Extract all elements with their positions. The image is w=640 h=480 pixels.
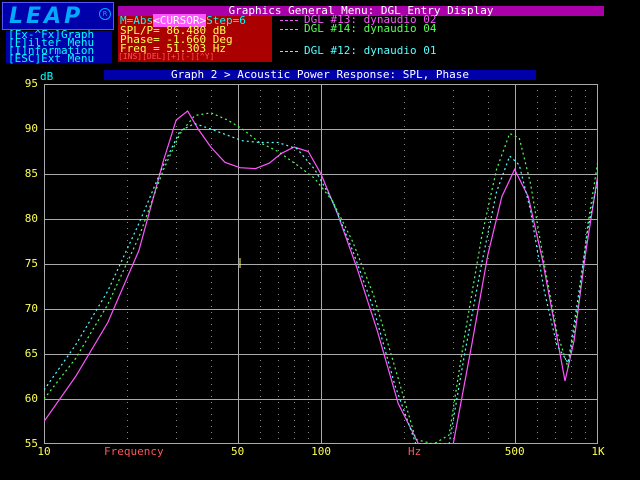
key-ext-menu[interactable]: [ESC]Ext Menu — [8, 53, 94, 64]
registered-icon: R — [99, 8, 111, 20]
y-tick-label: 75 — [24, 257, 38, 270]
function-key-panel: [Fx-^Fx]Graph [F]ilter Menu [I]nformatio… — [6, 29, 112, 64]
legend-swatch-14 — [280, 29, 298, 30]
y-tick-label: 95 — [24, 77, 38, 90]
grid — [44, 84, 598, 444]
footer — [0, 462, 640, 480]
y-tick-label: 70 — [24, 302, 38, 315]
graph-title-bar: Graph 2 > Acoustic Power Response: SPL, … — [104, 68, 536, 81]
cursor-readout-panel: M=Abs<CURSOR>Step=6 SPL/P= 86.480 dB Pha… — [118, 14, 272, 62]
legend-swatch-13 — [280, 20, 298, 21]
x-tick-label: 500 — [504, 445, 525, 458]
legend-12: DGL #12: dynaudio 01 — [304, 44, 437, 57]
y-tick-label: 85 — [24, 167, 38, 180]
x-unit-label: Hz — [408, 445, 422, 458]
y-unit-label: dB — [40, 70, 54, 83]
leap-logo: LEAP R — [2, 2, 114, 30]
response-plot[interactable] — [44, 84, 598, 444]
graph-title: Graph 2 > Acoustic Power Response: SPL, … — [170, 68, 469, 81]
logo-text: LEAP — [9, 4, 84, 29]
legend-14: DGL #14: dynaudio 04 — [304, 22, 437, 35]
x-tick-label: 50 — [231, 445, 245, 458]
x-tick-label: 1K — [591, 445, 605, 458]
x-tick-label: 10 — [37, 445, 51, 458]
y-tick-label: 60 — [24, 392, 38, 405]
y-tick-label: 90 — [24, 122, 38, 135]
x-axis-label: Frequency — [104, 445, 164, 458]
y-tick-label: 55 — [24, 437, 38, 450]
y-tick-label: 65 — [24, 347, 38, 360]
x-tick-label: 100 — [311, 445, 331, 458]
legend-swatch-12 — [280, 51, 298, 52]
edit-keys: [INS][DEL][+][-][^Y] — [118, 52, 215, 61]
y-tick-label: 80 — [24, 212, 38, 225]
